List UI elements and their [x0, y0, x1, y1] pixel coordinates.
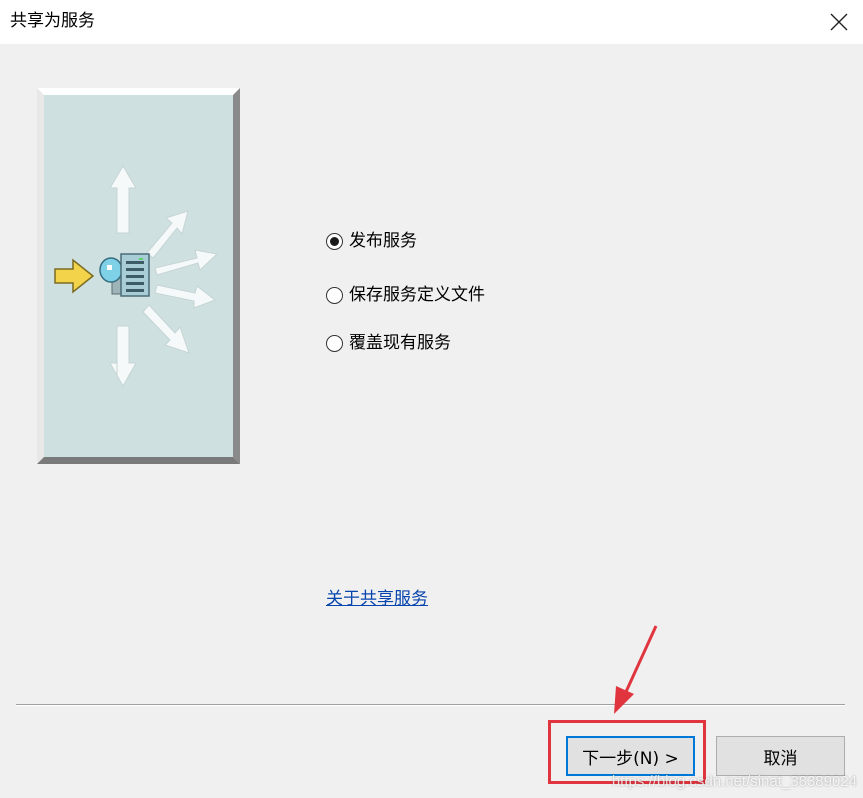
- footer-divider: [16, 704, 845, 706]
- window-title: 共享为服务: [10, 11, 95, 31]
- close-button[interactable]: [825, 8, 853, 36]
- radio-overwrite-service[interactable]: [326, 334, 343, 352]
- close-icon: [830, 13, 848, 31]
- radio-save-service-definition[interactable]: [326, 286, 343, 304]
- option-overwrite-service-label: 覆盖现有服务: [349, 333, 451, 353]
- option-publish-service[interactable]: 发布服务: [326, 230, 417, 252]
- watermark: https://blog.csdn.net/sinat_38389024: [611, 773, 857, 790]
- title-bar: 共享为服务: [0, 0, 863, 44]
- share-service-illustration: [37, 88, 240, 464]
- option-save-service-definition[interactable]: 保存服务定义文件: [326, 284, 485, 306]
- about-sharing-services-link[interactable]: 关于共享服务: [326, 588, 428, 610]
- radio-publish-service[interactable]: [326, 232, 343, 250]
- option-publish-service-label: 发布服务: [349, 231, 417, 251]
- option-overwrite-service[interactable]: 覆盖现有服务: [326, 332, 451, 354]
- option-save-service-definition-label: 保存服务定义文件: [349, 285, 485, 305]
- cancel-button[interactable]: 取消: [716, 736, 845, 776]
- annotation-arrow-icon: [614, 625, 658, 714]
